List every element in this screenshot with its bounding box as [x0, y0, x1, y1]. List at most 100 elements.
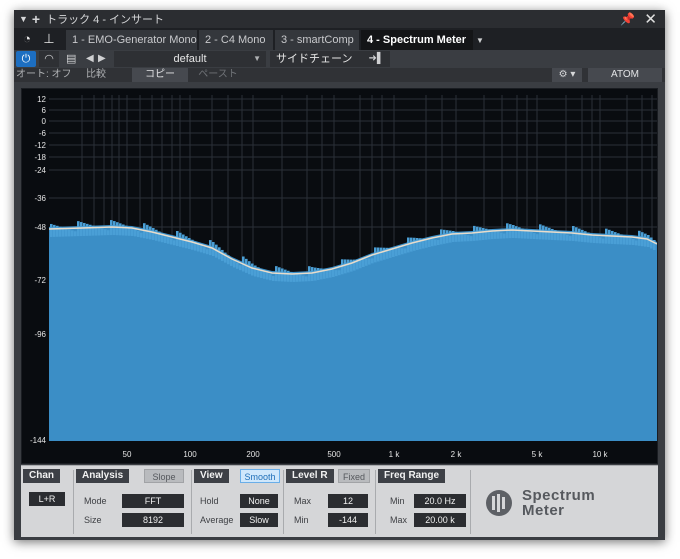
spectrum-bar	[149, 226, 152, 240]
spectrum-bar	[221, 249, 224, 261]
size-selector[interactable]: 8192	[122, 513, 184, 527]
channel-selector[interactable]: L+R	[29, 492, 65, 506]
document-icon[interactable]: ▤	[66, 52, 78, 66]
x-tick-label: 100	[183, 450, 197, 459]
spectrum-bar	[284, 269, 287, 282]
spectrum-bar	[647, 235, 650, 247]
spectrum-bar	[122, 224, 125, 236]
plus-icon[interactable]: +	[32, 12, 40, 26]
level-min-field[interactable]: -144	[328, 513, 368, 527]
freq-range-title: Freq Range	[378, 469, 446, 483]
spectrum-bar	[299, 274, 302, 282]
spectrum-bar	[530, 231, 533, 239]
spectrum-bar	[365, 258, 368, 266]
spectrum-bar	[602, 238, 605, 244]
tab-spectrum-meter[interactable]: 4 - Spectrum Meter ▼	[361, 30, 484, 50]
compare-button[interactable]: 比較	[86, 68, 106, 82]
chan-section: Chan L+R	[21, 466, 74, 538]
spectrum-bar	[74, 231, 77, 237]
tab-label: 3 - smartComp	[281, 34, 354, 46]
hold-label: Hold	[200, 496, 219, 506]
spectrum-bar	[608, 229, 611, 244]
mode-selector[interactable]: FFT	[122, 494, 184, 508]
close-icon[interactable]: ✕	[644, 10, 657, 28]
spectrum-bar	[332, 270, 335, 277]
sidechain-button[interactable]: サイドチェーン ➜▌	[270, 51, 390, 67]
tab-label: 4 - Spectrum Meter	[367, 34, 467, 46]
level-max-label: Max	[294, 496, 312, 506]
spectrum-bar	[350, 259, 353, 272]
spectrum-bar	[413, 237, 416, 251]
preset-selector[interactable]: default ▼	[114, 51, 266, 67]
average-label: Average	[200, 515, 234, 525]
spectrum-bar	[65, 228, 68, 237]
next-preset-icon[interactable]: ▶	[98, 51, 106, 67]
y-tick-label: -6	[39, 129, 47, 138]
chevron-down-icon: ▼	[253, 54, 261, 63]
spectrum-bar	[83, 222, 86, 236]
slope-toggle[interactable]: Slope	[144, 469, 184, 483]
spectrum-bar	[377, 247, 380, 262]
bypass-icon[interactable]: ◠	[39, 51, 59, 67]
spectrum-bar	[395, 248, 398, 257]
average-selector[interactable]: Slow	[240, 513, 278, 527]
spectrum-bar	[410, 237, 413, 252]
previous-preset-icon[interactable]: ◀	[86, 51, 94, 67]
pin-icon[interactable]: 📌	[620, 12, 635, 26]
spectrum-bar	[503, 233, 506, 239]
spectrum-bar	[596, 236, 599, 244]
spectrum-bar	[86, 223, 89, 236]
automation-bar: オート: オフ 比較 コピー ペースト ⚙ ▾ ATOM	[14, 68, 665, 82]
spectrum-bar	[632, 239, 635, 245]
spectrum-bar	[617, 233, 620, 245]
x-tick-label: 200	[246, 450, 260, 459]
spectrum-bar	[518, 227, 521, 239]
spectrum-bar	[494, 230, 497, 239]
copy-button[interactable]: コピー	[132, 68, 188, 82]
spectrum-bar	[428, 239, 431, 247]
spectrum-bar	[53, 224, 56, 237]
automation-mode[interactable]: オート: オフ	[16, 68, 72, 82]
tab-emo-generator[interactable]: 1 - EMO-Generator Mono	[66, 30, 197, 50]
plugin-menu-icon[interactable]: ◔	[18, 30, 36, 48]
mode-label: Mode	[84, 496, 107, 506]
level-max-field[interactable]: 12	[328, 494, 368, 508]
spectrum-bar	[167, 236, 170, 244]
logo-line-1: Spectrum	[522, 487, 596, 504]
chevron-down-icon[interactable]: ▼	[476, 36, 484, 45]
freq-max-field[interactable]: 20.00 k	[414, 513, 466, 527]
spectrum-bar	[173, 240, 176, 246]
gear-icon[interactable]: ⚙ ▾	[552, 68, 582, 82]
logo-line-2: Meter	[522, 502, 565, 519]
spectrum-bar	[296, 273, 299, 282]
fixed-toggle[interactable]: Fixed	[338, 469, 370, 483]
y-tick-label: 6	[42, 106, 47, 115]
atom-button[interactable]: ATOM	[588, 68, 662, 82]
tab-c4-mono[interactable]: 2 - C4 Mono	[199, 30, 273, 50]
tab-smartcomp[interactable]: 3 - smartComp	[275, 30, 359, 50]
y-tick-label: -36	[34, 194, 46, 203]
spectrum-bar	[362, 259, 365, 267]
freq-min-field[interactable]: 20.0 Hz	[414, 494, 466, 508]
routing-icon[interactable]: ⊥	[40, 30, 58, 48]
hold-selector[interactable]: None	[240, 494, 278, 508]
smooth-toggle[interactable]: Smooth	[240, 469, 280, 483]
spectrum-bar	[563, 233, 566, 241]
y-tick-label: 12	[37, 95, 46, 104]
spectrum-bar	[98, 227, 101, 236]
spectrum-bar	[560, 232, 563, 241]
spectrum-bar	[404, 248, 407, 254]
spectrum-bar	[497, 231, 500, 239]
y-tick-label: -18	[34, 153, 46, 162]
spectrum-bar	[485, 228, 488, 240]
spectrum-bar	[203, 247, 206, 254]
spectrum-bar	[437, 240, 440, 245]
power-icon[interactable]: ⏻	[16, 51, 36, 67]
spectrum-bar	[329, 269, 332, 278]
triangle-down-icon[interactable]: ▼	[19, 14, 28, 24]
paste-button[interactable]: ペースト	[190, 68, 246, 82]
spectrum-bar	[533, 233, 536, 240]
spectrum-bar	[107, 230, 110, 236]
spectrum-bar	[200, 245, 203, 253]
spectrum-bar	[131, 227, 134, 236]
